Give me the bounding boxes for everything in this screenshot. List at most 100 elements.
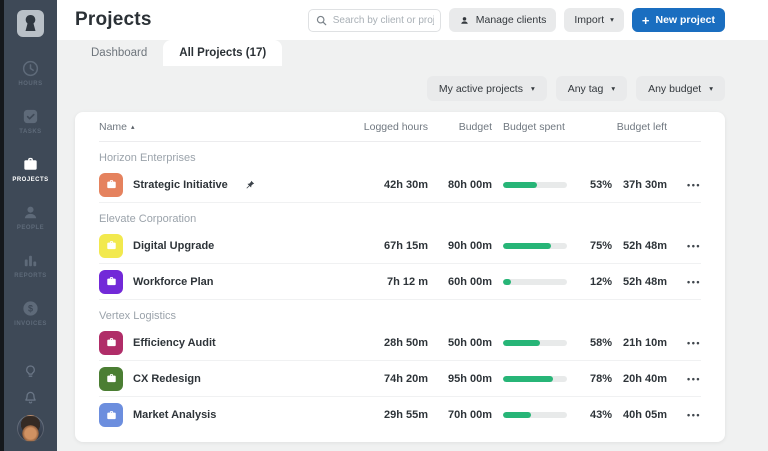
person-icon: [21, 203, 40, 222]
briefcase-glyph-icon: [105, 178, 118, 191]
project-color-icon: [99, 331, 123, 355]
tab-dashboard-label: Dashboard: [91, 47, 147, 59]
budget-left-value: 20h 40m: [612, 373, 667, 385]
row-menu-button[interactable]: •••: [667, 180, 701, 190]
filter-budget-label: Any budget: [648, 83, 701, 95]
project-color-icon: [99, 367, 123, 391]
filter-tag-label: Any tag: [568, 83, 604, 95]
filter-active-projects-label: My active projects: [439, 83, 523, 95]
project-color-icon: [99, 173, 123, 197]
project-name: Strategic Initiative: [133, 179, 228, 191]
budget-left-value: 52h 48m: [612, 276, 667, 288]
row-menu-button[interactable]: •••: [667, 241, 701, 251]
lightbulb-icon[interactable]: [22, 363, 39, 380]
briefcase-glyph-icon: [105, 409, 118, 422]
budget-spent-fill: [503, 279, 511, 285]
budget-left-value: 40h 05m: [612, 409, 667, 421]
budget-spent-bar: [492, 243, 567, 249]
row-menu-button[interactable]: •••: [667, 374, 701, 384]
user-avatar[interactable]: [17, 415, 44, 442]
search-icon: [315, 14, 328, 27]
table-row[interactable]: Workforce Plan 7h 12 m 60h 00m 12% 52h 4…: [99, 264, 701, 300]
filter-budget[interactable]: Any budget ▾: [636, 76, 725, 101]
budget-spent-percent: 43%: [567, 409, 612, 421]
sidebar-item-label: INVOICES: [14, 321, 47, 327]
new-project-button[interactable]: + New project: [632, 8, 725, 32]
table-row[interactable]: CX Redesign 74h 20m 95h 00m 78% 20h 40m …: [99, 361, 701, 397]
column-header-name[interactable]: Name▴: [99, 121, 339, 133]
sidebar-item-reports[interactable]: REPORTS: [4, 241, 57, 289]
column-header-budget-left: Budget left: [612, 121, 667, 133]
sidebar-item-label: TASKS: [19, 129, 41, 135]
bell-icon[interactable]: [22, 389, 39, 406]
app-logo-icon: [17, 10, 44, 37]
chevron-down-icon: ▾: [709, 85, 713, 93]
logged-hours-value: 67h 15m: [339, 240, 428, 252]
svg-text:$: $: [28, 304, 33, 314]
sidebar-item-people[interactable]: PEOPLE: [4, 193, 57, 241]
logged-hours-value: 7h 12 m: [339, 276, 428, 288]
person-small-icon: [459, 15, 470, 26]
table-row[interactable]: Efficiency Audit 28h 50m 50h 00m 58% 21h…: [99, 325, 701, 361]
logged-hours-value: 74h 20m: [339, 373, 428, 385]
sidebar-item-label: PEOPLE: [17, 225, 44, 231]
briefcase-glyph-icon: [105, 239, 118, 252]
sidebar-item-label: REPORTS: [14, 273, 47, 279]
chevron-down-icon: ▾: [611, 85, 615, 93]
budget-spent-fill: [503, 340, 540, 346]
table-row[interactable]: Strategic Initiative 42h 30m 80h 00m 53%…: [99, 167, 701, 203]
sidebar-item-invoices[interactable]: $ INVOICES: [4, 289, 57, 337]
sidebar-item-projects[interactable]: PROJECTS: [4, 145, 57, 193]
project-name: Workforce Plan: [133, 276, 214, 288]
logged-hours-value: 42h 30m: [339, 179, 428, 191]
budget-spent-fill: [503, 243, 551, 249]
budget-spent-fill: [503, 376, 553, 382]
budget-value: 50h 00m: [428, 337, 492, 349]
tasks-check-icon: [21, 107, 40, 126]
budget-value: 90h 00m: [428, 240, 492, 252]
bar-chart-icon: [21, 251, 40, 270]
table-row[interactable]: Digital Upgrade 67h 15m 90h 00m 75% 52h …: [99, 228, 701, 264]
page-title: Projects: [75, 9, 152, 31]
logged-hours-value: 28h 50m: [339, 337, 428, 349]
manage-clients-label: Manage clients: [476, 14, 547, 26]
briefcase-glyph-icon: [105, 336, 118, 349]
tab-all-projects[interactable]: All Projects (17): [163, 40, 282, 66]
filter-bar: My active projects ▾ Any tag ▾ Any budge…: [57, 76, 725, 101]
row-menu-button[interactable]: •••: [667, 410, 701, 420]
sidebar-item-hours[interactable]: HOURS: [4, 49, 57, 97]
row-menu-button[interactable]: •••: [667, 277, 701, 287]
tab-dashboard[interactable]: Dashboard: [75, 40, 163, 66]
budget-left-value: 21h 10m: [612, 337, 667, 349]
project-name: Market Analysis: [133, 409, 216, 421]
sidebar-item-label: HOURS: [18, 81, 42, 87]
app-logo[interactable]: [17, 10, 44, 37]
table-header: Name▴ Logged hours Budget Budget spent B…: [99, 112, 701, 142]
filter-active-projects[interactable]: My active projects ▾: [427, 76, 547, 101]
column-header-budget-spent: Budget spent: [492, 121, 567, 133]
tab-bar: Dashboard All Projects (17): [57, 40, 768, 66]
search-box: [308, 9, 441, 32]
column-header-logged-hours: Logged hours: [339, 121, 428, 133]
filter-tag[interactable]: Any tag ▾: [556, 76, 627, 101]
table-row[interactable]: Market Analysis 29h 55m 70h 00m 43% 40h …: [99, 397, 701, 433]
projects-table-card: Name▴ Logged hours Budget Budget spent B…: [75, 112, 725, 442]
pin-icon[interactable]: [244, 179, 256, 191]
project-name: Digital Upgrade: [133, 240, 214, 252]
import-label: Import: [574, 14, 604, 26]
budget-spent-fill: [503, 182, 537, 188]
import-button[interactable]: Import ▾: [564, 8, 624, 32]
sidebar-nav: HOURS TASKS PROJECTS PEOPLE: [4, 49, 57, 337]
sidebar-bottom: [17, 363, 44, 451]
budget-spent-fill: [503, 412, 531, 418]
chevron-down-icon: ▾: [531, 85, 535, 93]
sidebar-item-tasks[interactable]: TASKS: [4, 97, 57, 145]
budget-value: 95h 00m: [428, 373, 492, 385]
project-color-icon: [99, 270, 123, 294]
row-menu-button[interactable]: •••: [667, 338, 701, 348]
briefcase-icon: [21, 155, 40, 174]
sidebar: HOURS TASKS PROJECTS PEOPLE: [0, 0, 57, 451]
manage-clients-button[interactable]: Manage clients: [449, 8, 557, 32]
project-name: Efficiency Audit: [133, 337, 216, 349]
client-group-label: Vertex Logistics: [99, 300, 701, 325]
